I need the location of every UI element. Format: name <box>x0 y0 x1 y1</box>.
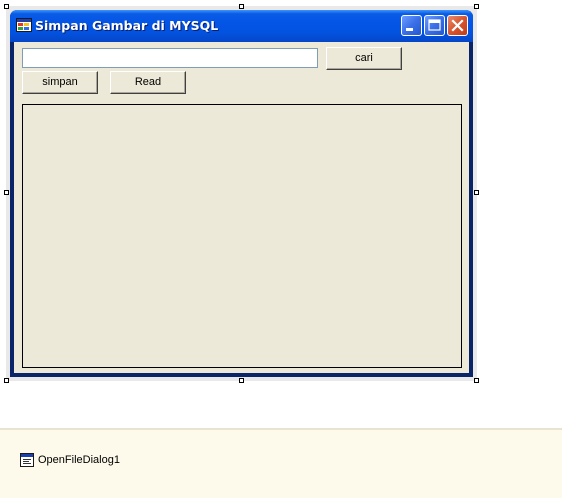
form-app-icon <box>16 18 32 32</box>
simpan-button[interactable]: simpan <box>22 71 98 94</box>
cari-button[interactable]: cari <box>326 47 402 70</box>
image-picture-box[interactable] <box>22 104 462 368</box>
resize-handle-bottom-left[interactable] <box>4 378 9 383</box>
form-window[interactable]: Simpan Gambar di MYSQL cari simpan Read <box>10 10 473 377</box>
tray-item-openfiledialog[interactable]: OpenFileDialog1 <box>20 452 120 468</box>
close-icon <box>451 19 464 32</box>
minimize-button[interactable] <box>401 15 422 36</box>
minimize-icon <box>406 28 413 31</box>
resize-handle-top-right[interactable] <box>474 4 479 9</box>
component-tray: OpenFileDialog1 <box>0 428 562 498</box>
designer-canvas: Simpan Gambar di MYSQL cari simpan Read … <box>0 0 562 498</box>
resize-handle-top-left[interactable] <box>4 4 9 9</box>
form-client-area: cari simpan Read <box>14 42 469 373</box>
open-file-dialog-icon <box>20 453 34 467</box>
window-title: Simpan Gambar di MYSQL <box>35 18 219 33</box>
search-input[interactable] <box>22 48 318 68</box>
maximize-icon <box>428 19 441 31</box>
resize-handle-right[interactable] <box>474 190 479 195</box>
maximize-button[interactable] <box>424 15 445 36</box>
tray-item-label: OpenFileDialog1 <box>38 454 120 466</box>
resize-handle-left[interactable] <box>4 190 9 195</box>
resize-handle-bottom-right[interactable] <box>474 378 479 383</box>
close-button[interactable] <box>447 15 468 36</box>
resize-handle-bottom[interactable] <box>239 378 244 383</box>
read-button[interactable]: Read <box>110 71 186 94</box>
title-bar[interactable]: Simpan Gambar di MYSQL <box>10 10 473 42</box>
resize-handle-top[interactable] <box>239 4 244 9</box>
